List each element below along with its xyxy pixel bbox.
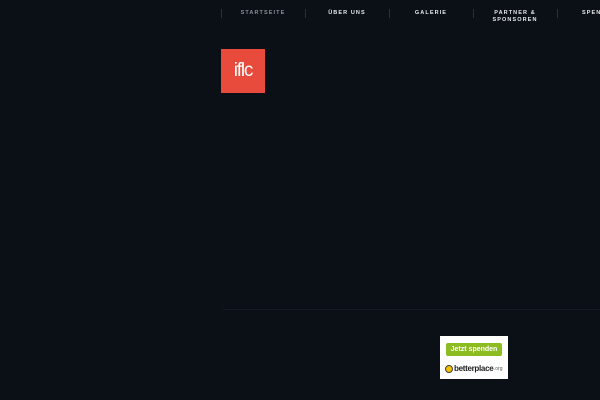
nav-divider xyxy=(305,9,306,18)
provider-name: betterplace xyxy=(454,364,494,373)
betterplace-icon xyxy=(445,364,453,373)
nav-divider xyxy=(389,9,390,18)
nav-item-ueber-uns[interactable]: ÜBER UNS xyxy=(309,0,385,30)
betterplace-logo-link[interactable]: betterplace .org xyxy=(445,363,503,374)
nav-item-startseite[interactable]: STARTSEITE xyxy=(225,0,301,30)
nav-divider xyxy=(557,9,558,18)
page: STARTSEITE ÜBER UNS GALERIE PARTNER & SP… xyxy=(0,0,600,400)
nav-divider xyxy=(473,9,474,18)
nav-item-spenden[interactable]: SPEN xyxy=(582,0,600,30)
nav-item-galerie[interactable]: GALERIE xyxy=(393,0,469,30)
donation-widget: Jetzt spenden betterplace .org xyxy=(440,336,508,379)
nav-divider xyxy=(221,9,222,18)
site-logo[interactable]: iflc xyxy=(221,49,265,93)
provider-tld: .org xyxy=(493,365,503,372)
donate-button[interactable]: Jetzt spenden xyxy=(446,343,502,356)
nav-item-partner-sponsoren[interactable]: PARTNER & SPONSOREN xyxy=(477,0,553,30)
section-divider xyxy=(223,309,600,310)
main-navigation: STARTSEITE ÜBER UNS GALERIE PARTNER & SP… xyxy=(221,0,600,30)
